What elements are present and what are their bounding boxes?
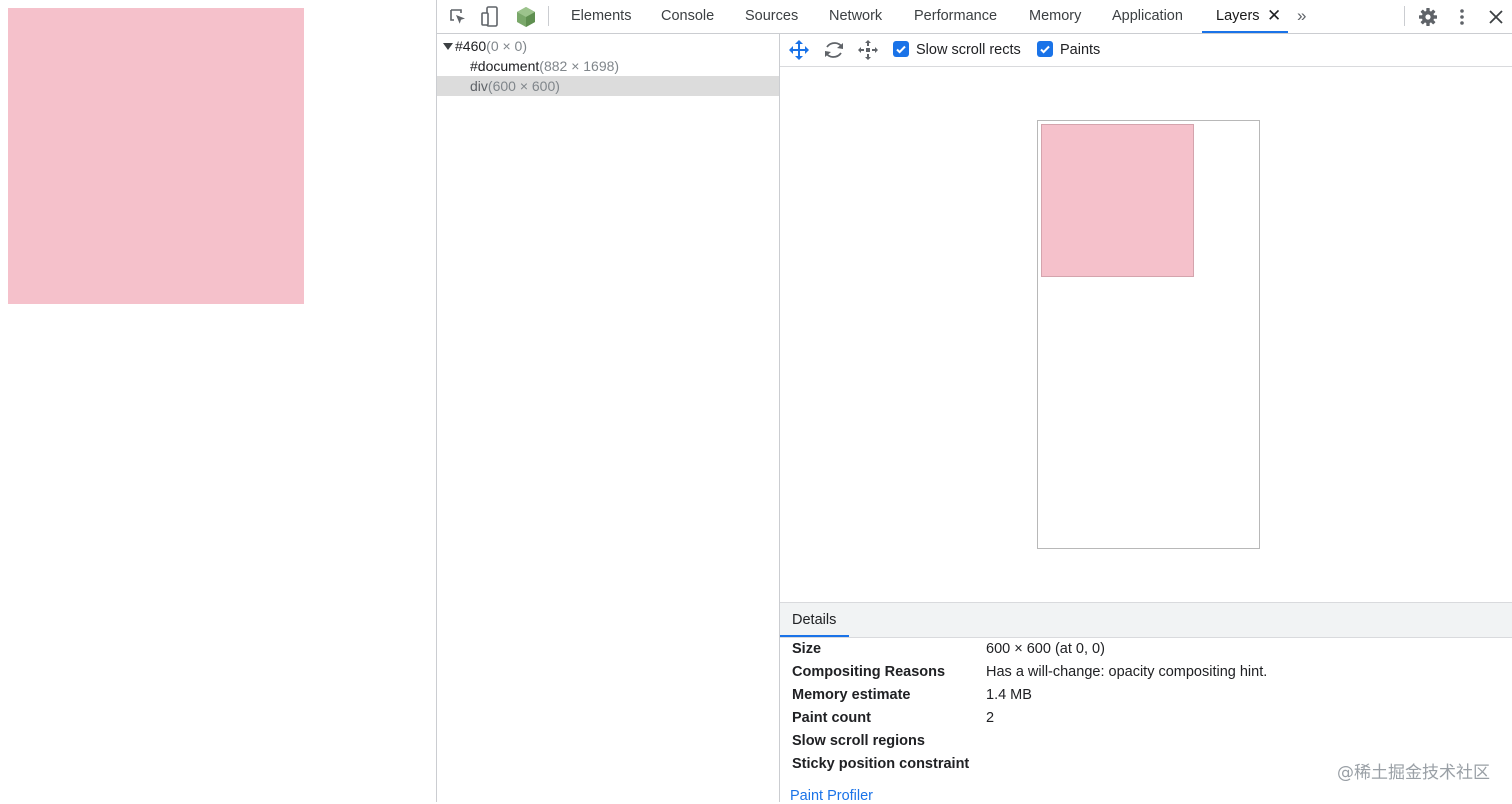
detail-label: Compositing Reasons bbox=[792, 664, 946, 680]
paints-label[interactable]: Paints bbox=[1060, 34, 1100, 66]
close-devtools-icon[interactable] bbox=[1485, 6, 1507, 28]
device-toolbar-icon[interactable] bbox=[479, 6, 501, 28]
toolbar-divider bbox=[1404, 6, 1405, 26]
layer-tree-row[interactable]: #document(882 × 1698) bbox=[437, 56, 779, 76]
paints-checkbox[interactable] bbox=[1037, 41, 1053, 57]
close-tab-icon[interactable]: ✕ bbox=[1267, 0, 1281, 33]
active-tab-indicator bbox=[1202, 31, 1288, 33]
node-cube-icon[interactable] bbox=[515, 6, 537, 28]
layer-tree-row[interactable]: #460(0 × 0) bbox=[437, 36, 779, 56]
details-row: Slow scroll regions bbox=[780, 730, 1512, 753]
tab-layers[interactable]: Layers bbox=[1216, 0, 1260, 33]
detail-label: Slow scroll regions bbox=[792, 733, 925, 749]
layer-tree: #460(0 × 0) #document(882 × 1698) div(60… bbox=[437, 34, 780, 802]
layers-view: Slow scroll rects Paints Details Size 60… bbox=[780, 34, 1512, 804]
layer-name: #460 bbox=[455, 38, 487, 54]
devtools-panel: Elements Console Sources Network Perform… bbox=[436, 0, 1512, 804]
tab-elements[interactable]: Elements bbox=[571, 0, 631, 33]
detail-label: Size bbox=[792, 641, 822, 657]
details-row: Size 600 × 600 (at 0, 0) bbox=[780, 638, 1512, 661]
layers-3d-canvas[interactable] bbox=[780, 67, 1512, 602]
tab-network[interactable]: Network bbox=[829, 0, 882, 33]
page-preview bbox=[0, 0, 436, 802]
inspect-element-icon[interactable] bbox=[447, 6, 469, 28]
expand-triangle-icon[interactable] bbox=[443, 43, 453, 50]
reset-transform-icon[interactable] bbox=[856, 39, 880, 61]
detail-label: Paint count bbox=[792, 710, 871, 726]
devtools-tabbar: Elements Console Sources Network Perform… bbox=[437, 0, 1512, 34]
pink-div-block bbox=[8, 8, 304, 304]
detail-value: Has a will-change: opacity compositing h… bbox=[986, 664, 1268, 680]
tab-application[interactable]: Application bbox=[1112, 0, 1183, 33]
tab-sources[interactable]: Sources bbox=[745, 0, 798, 33]
layers-toolbar: Slow scroll rects Paints bbox=[780, 34, 1512, 67]
layer-dims: (882 × 1698) bbox=[539, 58, 620, 74]
details-row: Memory estimate 1.4 MB bbox=[780, 684, 1512, 707]
rotate-tool-icon[interactable] bbox=[822, 39, 846, 61]
slow-scroll-rects-label[interactable]: Slow scroll rects bbox=[916, 34, 1021, 66]
details-tab-indicator bbox=[780, 635, 849, 637]
detail-value: 1.4 MB bbox=[986, 687, 1032, 703]
div-layer-rect[interactable] bbox=[1041, 124, 1194, 277]
gear-icon[interactable] bbox=[1417, 6, 1439, 28]
toolbar-divider bbox=[548, 6, 549, 26]
detail-value: 600 × 600 (at 0, 0) bbox=[986, 641, 1105, 657]
kebab-menu-icon[interactable] bbox=[1451, 6, 1473, 28]
layer-name: div bbox=[470, 78, 488, 94]
details-row: Compositing Reasons Has a will-change: o… bbox=[780, 661, 1512, 684]
tab-console[interactable]: Console bbox=[661, 0, 714, 33]
detail-label: Memory estimate bbox=[792, 687, 911, 703]
detail-label: Sticky position constraint bbox=[792, 756, 970, 772]
details-row: Paint count 2 bbox=[780, 707, 1512, 730]
watermark: @稀土掘金技术社区 bbox=[1337, 763, 1490, 783]
layer-dims: (0 × 0) bbox=[486, 38, 528, 54]
tab-details[interactable]: Details bbox=[792, 603, 836, 637]
slow-scroll-rects-checkbox[interactable] bbox=[893, 41, 909, 57]
tab-performance[interactable]: Performance bbox=[914, 0, 997, 33]
tab-memory[interactable]: Memory bbox=[1029, 0, 1081, 33]
detail-value: 2 bbox=[986, 710, 995, 726]
more-tabs-icon[interactable]: » bbox=[1297, 0, 1306, 33]
layer-tree-row-selected[interactable]: div(600 × 600) bbox=[437, 76, 779, 96]
pan-tool-icon[interactable] bbox=[787, 39, 811, 61]
layer-dims: (600 × 600) bbox=[487, 78, 560, 94]
layer-name: #document bbox=[470, 58, 540, 74]
details-tabbar: Details bbox=[780, 602, 1512, 638]
